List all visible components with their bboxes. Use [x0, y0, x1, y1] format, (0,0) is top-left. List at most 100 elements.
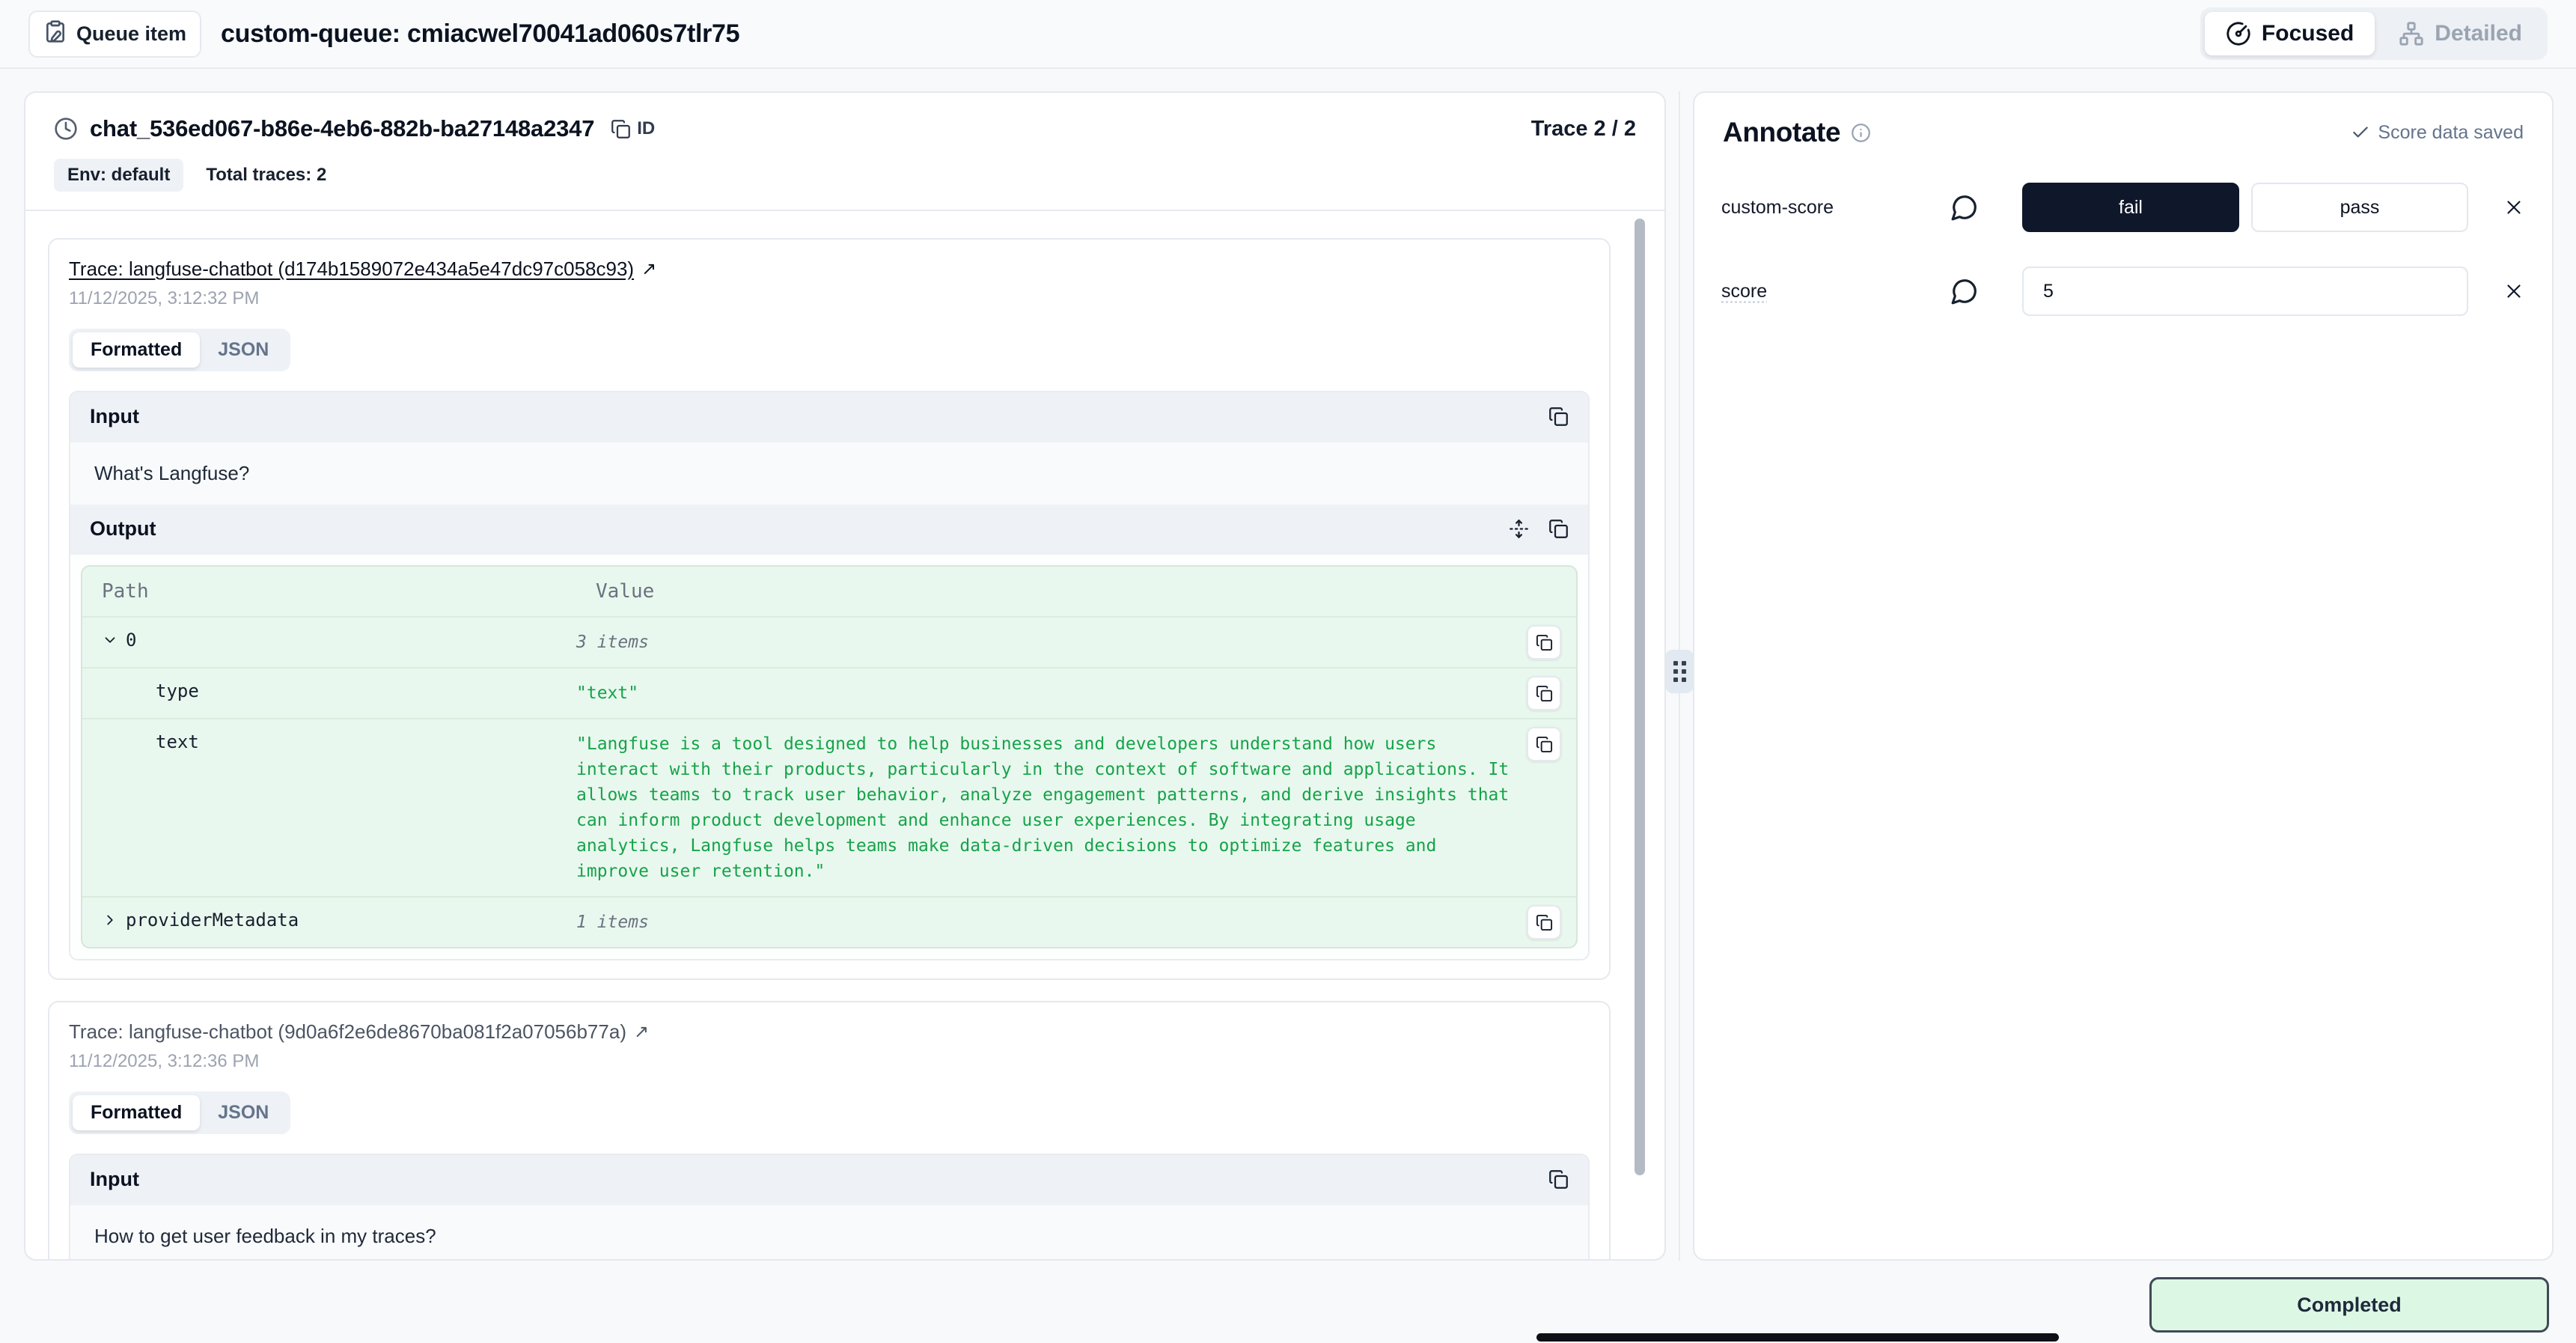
trace-link-row: Trace: langfuse-chatbot (d174b1589072e43…: [69, 258, 1590, 281]
view-mode-detailed-label: Detailed: [2435, 21, 2522, 46]
copy-icon: [1548, 1169, 1569, 1190]
copy-icon: [1536, 685, 1553, 702]
row-path: 0: [126, 630, 136, 651]
close-icon: [2503, 280, 2525, 302]
copy-input-button[interactable]: [1548, 406, 1569, 427]
json-table: Path Value 0 3 items: [81, 565, 1578, 948]
format-tabs: Formatted JSON: [69, 329, 290, 371]
comment-button[interactable]: [1950, 193, 2022, 222]
queue-item-badge-label: Queue item: [76, 22, 186, 46]
trace-panel-badges: Env: default Total traces: 2: [25, 142, 1664, 192]
table-row[interactable]: text "Langfuse is a tool designed to hel…: [82, 718, 1576, 896]
copy-icon: [1536, 914, 1553, 931]
row-value: "Langfuse is a tool designed to help bus…: [576, 719, 1512, 896]
table-row[interactable]: type "text": [82, 667, 1576, 718]
score-row-custom-score: custom-score fail pass: [1694, 183, 2552, 232]
score-value-input[interactable]: [2022, 267, 2468, 316]
table-row[interactable]: providerMetadata 1 items: [82, 896, 1576, 947]
close-icon: [2503, 196, 2525, 219]
output-header: Output: [70, 505, 1588, 553]
total-traces-label: Total traces: 2: [206, 165, 326, 186]
row-value: 1 items: [576, 898, 1512, 947]
copy-row-button[interactable]: [1527, 676, 1561, 710]
tab-json[interactable]: JSON: [200, 332, 287, 368]
copy-row-button[interactable]: [1527, 625, 1561, 660]
table-row[interactable]: 0 3 items: [82, 616, 1576, 667]
completed-button[interactable]: Completed: [2149, 1277, 2549, 1333]
view-mode-toggle: Focused Detailed: [2200, 7, 2548, 60]
check-icon: [2351, 123, 2370, 142]
column-path: Path: [82, 567, 576, 616]
copy-icon: [1548, 519, 1569, 539]
copy-icon: [1548, 406, 1569, 427]
clipboard-pen-icon: [43, 19, 67, 49]
row-value: 3 items: [576, 618, 1512, 667]
expand-rows-button[interactable]: [1509, 519, 1529, 539]
copy-icon: [611, 119, 631, 139]
tab-json[interactable]: JSON: [200, 1095, 287, 1130]
panel-resize-handle[interactable]: [1665, 650, 1694, 693]
copy-icon: [1536, 736, 1553, 753]
trace-panel: chat_536ed067-b86e-4eb6-882b-ba27148a234…: [24, 91, 1666, 1261]
option-fail-button[interactable]: fail: [2022, 183, 2239, 232]
id-label: ID: [637, 118, 655, 139]
info-icon[interactable]: [1851, 123, 1871, 143]
trace-timestamp: 11/12/2025, 3:12:32 PM: [69, 288, 1590, 309]
trace-link[interactable]: Trace: langfuse-chatbot (d174b1589072e43…: [69, 258, 634, 281]
row-value: "text": [576, 669, 1512, 718]
io-viewer: Input How to get user feedback in my tra…: [69, 1154, 1590, 1261]
score-row-score: score: [1694, 267, 2552, 316]
row-path: type: [156, 680, 199, 701]
remove-score-button[interactable]: [2468, 280, 2525, 302]
trace-link-row: Trace: langfuse-chatbot (9d0a6f2e6de8670…: [69, 1020, 1590, 1044]
copy-input-button[interactable]: [1548, 1169, 1569, 1190]
output-content: Path Value 0 3 items: [70, 553, 1588, 959]
page-title: custom-queue: cmiacwel70041ad060s7tlr75: [221, 19, 739, 49]
input-header: Input: [70, 1155, 1588, 1204]
io-viewer: Input What's Langfuse? Output: [69, 391, 1590, 960]
remove-score-button[interactable]: [2468, 196, 2525, 219]
trace-scroll-area: Trace: langfuse-chatbot (d174b1589072e43…: [25, 211, 1664, 1261]
session-title: chat_536ed067-b86e-4eb6-882b-ba27148a234…: [90, 115, 594, 142]
top-bar: Queue item custom-queue: cmiacwel70041ad…: [0, 0, 2576, 69]
clock-icon: [54, 117, 78, 141]
input-label: Input: [90, 1168, 139, 1191]
trace-timestamp: 11/12/2025, 3:12:36 PM: [69, 1051, 1590, 1072]
output-label: Output: [90, 517, 156, 540]
env-badge: Env: default: [54, 159, 183, 192]
view-mode-focused[interactable]: Focused: [2205, 12, 2375, 55]
save-status: Score data saved: [2351, 122, 2524, 144]
view-mode-focused-label: Focused: [2262, 21, 2354, 46]
comment-button[interactable]: [1950, 277, 2022, 305]
option-pass-button[interactable]: pass: [2251, 183, 2468, 232]
comment-icon: [1950, 193, 1979, 222]
input-content: What's Langfuse?: [70, 441, 1588, 505]
copy-output-button[interactable]: [1548, 519, 1569, 539]
scrollbar-thumb[interactable]: [1635, 219, 1645, 1175]
home-indicator-bar: [1536, 1333, 2059, 1342]
tab-formatted[interactable]: Formatted: [73, 1095, 200, 1130]
input-content: How to get user feedback in my traces?: [70, 1204, 1588, 1261]
copy-id-button[interactable]: ID: [611, 118, 655, 139]
copy-row-button[interactable]: [1527, 905, 1561, 940]
unfold-vertical-icon: [1509, 519, 1529, 539]
chevron-right-icon: [102, 912, 118, 928]
trace-link[interactable]: Trace: langfuse-chatbot (9d0a6f2e6de8670…: [69, 1020, 626, 1044]
row-path: text: [156, 731, 199, 752]
json-table-header: Path Value: [82, 567, 1576, 616]
format-tabs: Formatted JSON: [69, 1091, 290, 1134]
queue-item-badge: Queue item: [28, 10, 201, 58]
trace-card-1: Trace: langfuse-chatbot (d174b1589072e43…: [48, 238, 1611, 980]
annotate-header: Annotate Score data saved: [1694, 93, 2552, 148]
save-status-label: Score data saved: [2378, 122, 2524, 144]
input-label: Input: [90, 405, 139, 428]
column-value: Value: [576, 567, 1512, 616]
input-header: Input: [70, 392, 1588, 441]
copy-row-button[interactable]: [1527, 727, 1561, 761]
tab-formatted[interactable]: Formatted: [73, 332, 200, 368]
score-options: fail pass: [2022, 183, 2468, 232]
view-mode-detailed[interactable]: Detailed: [2378, 12, 2543, 55]
trace-counter: Trace 2 / 2: [1531, 117, 1636, 141]
annotate-panel: Annotate Score data saved custom-score f…: [1693, 91, 2554, 1261]
external-link-icon: ↗: [641, 258, 656, 280]
